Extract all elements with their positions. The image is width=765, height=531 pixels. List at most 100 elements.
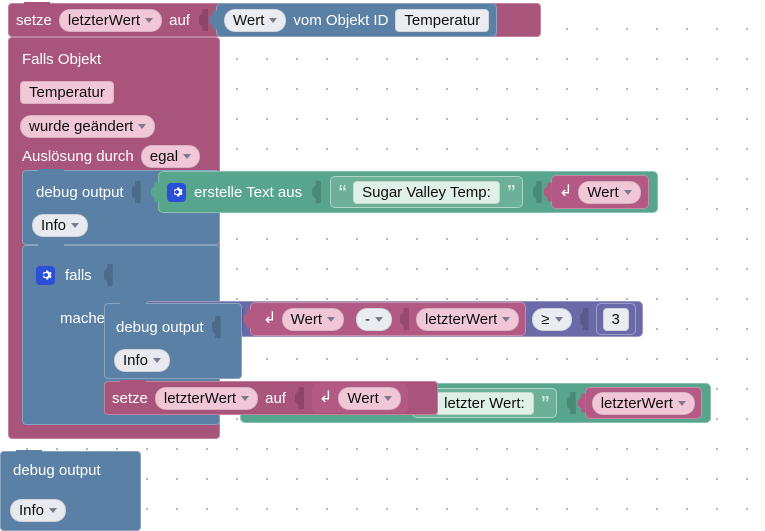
chevron-down-icon — [383, 395, 392, 401]
condition-socket — [103, 264, 113, 286]
block-top-notch — [16, 450, 42, 457]
mache-label: mache — [60, 310, 106, 327]
blockly-workspace[interactable]: setze letzterWert auf Wert vom Objekt ID… — [0, 0, 765, 531]
block-number-threshold[interactable]: 3 — [595, 303, 636, 335]
trigger-by-value: egal — [149, 148, 179, 165]
value-socket — [294, 387, 304, 409]
return-arrow-icon: ↳ — [558, 183, 573, 200]
severity-dropdown[interactable]: Info — [114, 349, 171, 372]
variable-name: letzterWert — [600, 394, 673, 412]
block-variable-getter-wert-1[interactable]: ↳ Wert — [550, 175, 649, 209]
variable-dropdown-letzterwert[interactable]: letzterWert — [591, 391, 695, 415]
block-erstelle-text-1[interactable]: erstelle Text aus “ Sugar Valley Temp: ”… — [158, 171, 658, 213]
gear-icon[interactable] — [167, 182, 186, 202]
variable-dropdown-wert[interactable]: Wert — [338, 386, 401, 410]
state-property-value: Wert — [232, 11, 265, 29]
chevron-down-icon — [502, 316, 511, 322]
chevron-down-icon — [138, 124, 147, 129]
return-arrow-icon: ↳ — [263, 310, 277, 327]
gear-icon[interactable] — [36, 265, 55, 285]
text-literal-field[interactable]: Sugar Valley Temp: — [353, 180, 500, 204]
text-literal-value: Sugar Valley Temp: — [362, 183, 491, 201]
variable-name: Wert — [347, 389, 379, 407]
chevron-down-icon — [623, 189, 632, 195]
variable-socket — [532, 181, 542, 203]
severity-value: Info — [123, 352, 149, 369]
threshold-socket — [579, 308, 589, 330]
chevron-down-icon — [554, 316, 563, 322]
block-top-notch — [38, 244, 64, 251]
variable-dropdown-wert[interactable]: Wert — [578, 180, 641, 204]
block-variable-getter-wert-2[interactable]: ↳ Wert — [257, 305, 350, 333]
text-socket — [312, 181, 322, 203]
chevron-down-icon — [145, 17, 154, 23]
block-text-literal-1[interactable]: “ Sugar Valley Temp: ” — [330, 176, 523, 208]
erstelle-text-label: erstelle Text aus — [194, 183, 303, 201]
comparator-dropdown[interactable]: ≥ — [532, 307, 572, 331]
trigger-by-label: Auslösung durch — [22, 148, 134, 165]
object-id-label: vom Objekt ID — [293, 11, 389, 29]
trigger-header: Falls Objekt — [22, 51, 102, 68]
chevron-down-icon — [269, 17, 278, 23]
chevron-down-icon — [153, 358, 162, 363]
variable-dropdown-wert[interactable]: Wert — [281, 307, 345, 331]
variable-dropdown-letzterwert[interactable]: letzterWert — [58, 8, 163, 32]
trigger-object-id-value: Temperatur — [29, 84, 105, 101]
variable-name: letzterWert — [425, 310, 498, 328]
auf-keyword: auf — [265, 389, 286, 407]
object-id-field[interactable]: Temperatur — [395, 8, 490, 32]
right-operand-socket — [400, 308, 410, 330]
block-variable-getter-letzterwert-1[interactable]: letzterWert — [584, 387, 702, 419]
operator-value: - — [365, 310, 371, 328]
close-quote-icon: ” — [540, 393, 550, 413]
block-top-notch — [24, 2, 50, 9]
block-setze-letzterwert-top[interactable]: setze letzterWert auf Wert vom Objekt ID… — [8, 2, 541, 37]
chevron-down-icon — [49, 508, 58, 513]
threshold-number-field[interactable]: 3 — [602, 307, 629, 331]
block-arithmetic-minus[interactable]: ↳ Wert - letzterWert — [250, 302, 527, 336]
block-top-notch — [38, 169, 64, 176]
variable-dropdown-letzterwert[interactable]: letzterWert — [154, 386, 259, 410]
chevron-down-icon — [677, 400, 686, 406]
variable-name: letzterWert — [163, 389, 237, 407]
variable-name: Wert — [587, 183, 619, 201]
state-property-dropdown[interactable]: Wert — [223, 8, 287, 32]
chevron-down-icon — [327, 316, 336, 322]
return-arrow-icon: ↳ — [318, 389, 333, 406]
block-setze-letzterwert-inner[interactable]: setze letzterWert auf ↳ Wert — [104, 380, 438, 415]
text-literal-field[interactable]: letzter Wert: — [435, 391, 534, 415]
severity-value: Info — [41, 217, 67, 234]
block-debug-output-bottom[interactable]: debug output Info — [0, 450, 141, 531]
value-socket — [131, 181, 141, 203]
object-id-value: Temperatur — [404, 11, 481, 29]
falls-label: falls — [65, 266, 92, 284]
setze-keyword: setze — [16, 11, 52, 29]
variable-socket — [566, 392, 576, 414]
chevron-down-icon — [241, 395, 250, 401]
block-get-state-value[interactable]: Wert vom Objekt ID Temperatur — [215, 3, 498, 37]
severity-dropdown[interactable]: Info — [10, 499, 67, 522]
variable-name: letzterWert — [67, 11, 141, 29]
auf-keyword: auf — [169, 11, 190, 29]
variable-name: Wert — [290, 310, 323, 328]
trigger-object-id-field[interactable]: Temperatur — [20, 81, 114, 104]
block-debug-output-2[interactable]: debug output Info — [104, 302, 242, 379]
setze-keyword: setze — [112, 389, 148, 407]
text-literal-value: letzter Wert: — [444, 394, 525, 412]
severity-value: Info — [19, 502, 45, 519]
threshold-value: 3 — [611, 310, 620, 328]
comparator-value: ≥ — [541, 310, 550, 328]
variable-dropdown-letzterwert[interactable]: letzterWert — [416, 307, 520, 331]
chevron-down-icon — [375, 316, 384, 322]
debug-output-label: debug output — [116, 318, 204, 336]
block-top-notch — [120, 302, 146, 309]
trigger-by-dropdown[interactable]: egal — [140, 145, 201, 168]
severity-dropdown[interactable]: Info — [32, 214, 89, 237]
chevron-down-icon — [183, 154, 192, 159]
debug-output-label: debug output — [13, 462, 101, 479]
debug-output-label: debug output — [36, 183, 124, 201]
operator-dropdown-minus[interactable]: - — [356, 307, 393, 331]
block-variable-getter-wert-3[interactable]: ↳ Wert — [311, 383, 408, 413]
trigger-condition-dropdown[interactable]: wurde geändert — [20, 115, 156, 138]
block-top-notch — [120, 380, 146, 387]
